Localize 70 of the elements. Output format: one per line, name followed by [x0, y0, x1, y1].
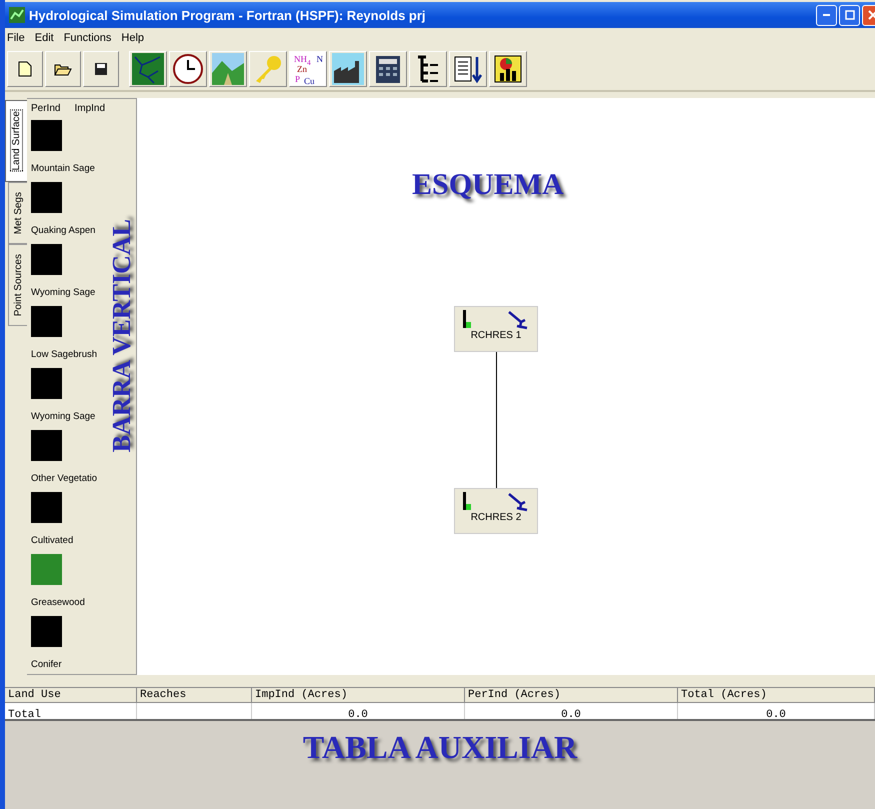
menu-item[interactable]: Edit — [34, 32, 54, 44]
column-header[interactable]: Total (Acres) — [678, 688, 875, 702]
save-icon — [94, 62, 108, 76]
maximize-button[interactable] — [839, 4, 860, 26]
key-button[interactable] — [249, 51, 287, 87]
column-label: ImpInd — [74, 103, 106, 114]
river-arrow-icon — [507, 310, 529, 330]
factory-button[interactable] — [329, 51, 367, 87]
overlay-label: TABLA AUXILIAR — [302, 729, 578, 767]
node-label: RCHRES 1 — [470, 330, 522, 341]
app-icon — [9, 7, 25, 23]
land-use-swatch[interactable] — [31, 368, 62, 399]
land-use-label: Conifer — [31, 659, 62, 670]
table-cell: 0.0 — [561, 709, 581, 721]
land-use-label: Wyoming Sage — [31, 287, 96, 298]
side-tab[interactable]: Land Surface — [5, 100, 27, 182]
maximize-icon — [844, 10, 854, 20]
close-icon — [868, 10, 875, 20]
column-header[interactable]: Land Use — [5, 688, 137, 702]
river-arrow-icon — [507, 492, 529, 512]
land-use-swatch[interactable] — [31, 244, 62, 275]
land-use-label: Low Sagebrush — [31, 349, 98, 360]
table-cell: 0.0 — [766, 709, 786, 721]
column-header[interactable]: ImpInd (Acres) — [252, 688, 465, 702]
land-use-label: Other Vegetatio — [31, 473, 98, 484]
land-use-swatch[interactable] — [31, 120, 62, 151]
overlay-label: BARRA VERTICAL — [109, 219, 135, 452]
menu-item[interactable]: File — [7, 32, 25, 44]
land-use-label: Mountain Sage — [31, 163, 95, 174]
chart-report-button[interactable] — [489, 51, 527, 87]
table-cell: Total — [8, 709, 42, 721]
column-header[interactable]: PerInd (Acres) — [465, 688, 678, 702]
minimize-icon — [823, 14, 830, 16]
menu-item[interactable]: Functions — [64, 32, 112, 44]
sort-list-button[interactable] — [449, 51, 487, 87]
open-folder-icon — [54, 62, 72, 76]
land-use-label: Quaking Aspen — [31, 225, 96, 236]
land-use-swatch[interactable] — [31, 616, 62, 647]
column-label: PerInd — [31, 103, 60, 114]
river-map-button[interactable] — [129, 51, 167, 87]
bar-chart-icon — [463, 310, 471, 328]
minimize-button[interactable] — [816, 4, 837, 26]
menu-item[interactable]: Help — [121, 32, 144, 44]
side-tab[interactable]: Point Sources — [8, 244, 27, 326]
column-header[interactable]: Reaches — [137, 688, 252, 702]
overlay-label: ESQUEMA — [412, 168, 564, 202]
calculator-button[interactable] — [369, 51, 407, 87]
land-use-swatch[interactable] — [31, 554, 62, 585]
table-cell: 0.0 — [348, 709, 368, 721]
tree-view-button[interactable] — [409, 51, 447, 87]
land-use-label: Greasewood — [31, 597, 85, 608]
reach-node[interactable]: RCHRES 1 — [454, 306, 538, 352]
open-folder-button[interactable] — [45, 51, 81, 87]
reach-node[interactable]: RCHRES 2 — [454, 488, 538, 534]
land-use-swatch[interactable] — [31, 306, 62, 337]
clock-button[interactable] — [169, 51, 207, 87]
bar-chart-icon — [463, 492, 471, 510]
new-file-icon — [18, 61, 32, 77]
new-file-button[interactable] — [7, 51, 43, 87]
land-use-label: Wyoming Sage — [31, 411, 96, 422]
land-use-swatch[interactable] — [31, 492, 62, 523]
side-tab[interactable]: Met Segs — [8, 182, 27, 244]
land-use-swatch[interactable] — [31, 182, 62, 213]
landscape-button[interactable] — [209, 51, 247, 87]
land-use-swatch[interactable] — [31, 430, 62, 461]
land-use-label: Cultivated — [31, 535, 74, 546]
node-label: RCHRES 2 — [470, 512, 522, 523]
window-title: Hydrological Simulation Program - Fortran (HSPF): Reynolds prj — [29, 8, 427, 22]
save-button[interactable] — [83, 51, 119, 87]
constituents-button[interactable]: NH$_{4}$ N Zn P Cu — [289, 51, 327, 87]
